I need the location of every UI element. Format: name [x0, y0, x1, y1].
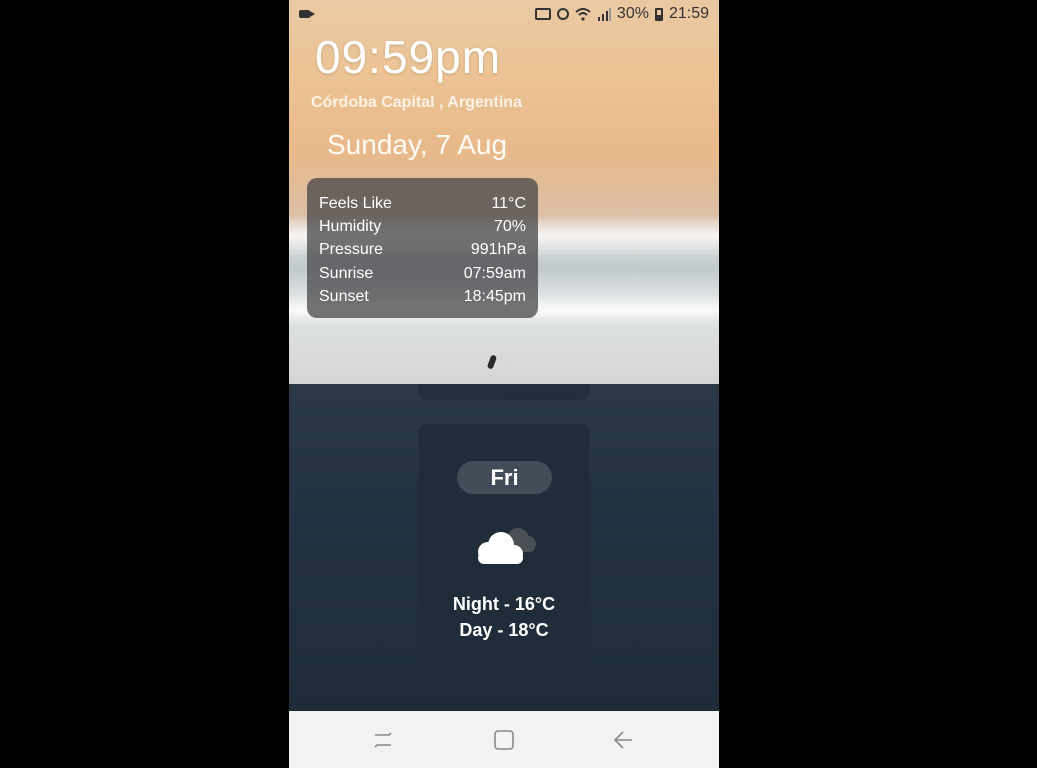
detail-row-pressure: Pressure 991hPa [319, 238, 526, 261]
current-time: 09:59pm [315, 31, 502, 83]
previous-forecast-card[interactable] [418, 384, 590, 400]
status-bar: 30% 21:59 [289, 0, 719, 30]
detail-label: Humidity [319, 218, 382, 236]
screen-record-icon [299, 10, 315, 18]
detail-value: 18:45pm [463, 287, 526, 305]
navigation-bar [289, 711, 719, 768]
signal-icon [597, 7, 611, 21]
weather-details-card: Feels Like 11°C Humidity 70% Pressure 99… [307, 178, 538, 318]
surfer-figure [486, 354, 498, 370]
status-time: 21:59 [668, 5, 709, 22]
alarm-icon [556, 8, 569, 20]
cast-icon [534, 8, 551, 20]
forecast-card[interactable]: Fri Night - 16°C Day - 18°C [418, 424, 590, 680]
detail-value: 11°C [491, 195, 526, 212]
detail-row-humidity: Humidity 70% [319, 215, 526, 238]
detail-label: Pressure [319, 241, 384, 259]
recent-apps-icon[interactable] [371, 729, 395, 751]
wifi-icon [575, 7, 591, 21]
forecast-day: Fri [457, 461, 552, 494]
detail-value: 991hPa [470, 241, 526, 259]
back-icon[interactable] [612, 729, 636, 751]
home-icon[interactable] [492, 729, 516, 751]
night-temperature: Night - 16°C [452, 594, 556, 614]
battery-icon [654, 7, 663, 21]
detail-value: 07:59am [463, 264, 526, 282]
detail-value: 70% [493, 218, 526, 236]
battery-percent: 30% [616, 5, 649, 22]
detail-row-feels-like: Feels Like 11°C [319, 192, 526, 215]
cloudy-icon [478, 528, 536, 564]
detail-row-sunrise: Sunrise 07:59am [319, 262, 526, 285]
detail-label: Sunrise [319, 264, 374, 282]
detail-row-sunset: Sunset 18:45pm [319, 285, 526, 308]
detail-label: Feels Like [319, 195, 392, 212]
current-date: Sunday, 7 Aug [327, 129, 508, 160]
phone-screen: 30% 21:59 09:59pm Córdoba Capital , Arge… [289, 0, 719, 768]
detail-label: Sunset [319, 287, 369, 305]
day-temperature: Day - 18°C [459, 620, 549, 640]
location-label: Córdoba Capital , Argentina [311, 94, 522, 111]
